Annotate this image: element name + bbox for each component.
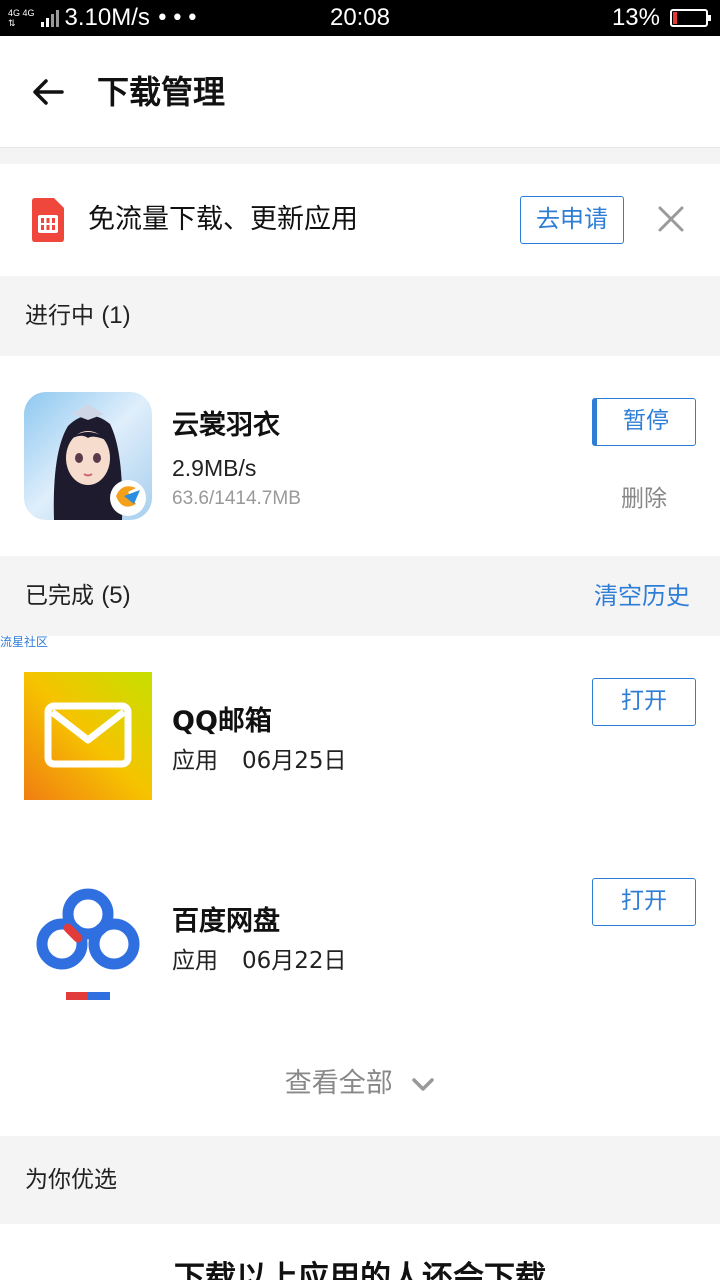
completed-count: (5) <box>101 582 131 609</box>
app-type: 应用 <box>172 948 218 974</box>
recommend-section-header: 为你优选 <box>0 1136 720 1224</box>
battery-icon <box>670 9 711 27</box>
app-meta: 应用 06月25日 <box>172 746 347 776</box>
app-name: 百度网盘 <box>172 906 280 937</box>
promo-banner: 免流量下载、更新应用 去申请 <box>0 164 720 276</box>
completed-list: QQ邮箱 应用 06月25日 打开 百度网盘 应用 06月22日 打开 <box>0 636 720 1136</box>
download-item[interactable]: 云裳羽衣 2.9MB/s 63.6/1414.7MB 暂停 删除 <box>0 356 720 556</box>
apply-button[interactable]: 去申请 <box>520 196 624 244</box>
app-name: QQ邮箱 <box>172 706 272 737</box>
app-icon-qqmail <box>24 672 152 800</box>
close-icon[interactable] <box>656 204 686 234</box>
view-all-label: 查看全部 <box>284 1068 393 1099</box>
delete-button[interactable]: 删除 <box>592 484 696 514</box>
page-title: 下载管理 <box>97 73 226 111</box>
status-bar: 4G 4G ⇅ 3.10M/s ••• 20:08 13% <box>0 0 720 36</box>
app-name: 云裳羽衣 <box>172 410 280 441</box>
completed-section-header: 已完成 (5) 清空历史 <box>0 556 720 636</box>
app-type: 应用 <box>172 748 218 774</box>
promo-text: 免流量下载、更新应用 <box>88 204 358 235</box>
arrow-left-icon[interactable] <box>28 72 68 112</box>
recommend-title: 为你优选 <box>25 1167 117 1193</box>
open-button[interactable]: 打开 <box>592 678 696 726</box>
app-date: 06月22日 <box>242 948 347 974</box>
in-progress-count: (1) <box>101 302 131 329</box>
chevron-down-icon <box>412 1077 435 1091</box>
clear-history-button[interactable]: 清空历史 <box>594 578 690 614</box>
battery-percent: 13% <box>611 4 660 31</box>
app-date: 06月25日 <box>242 748 347 774</box>
in-progress-title: 进行中 <box>25 303 94 329</box>
app-meta: 应用 06月22日 <box>172 946 347 976</box>
download-progress: 63.6/1414.7MB <box>172 488 301 509</box>
app-icon-yunshang <box>24 392 152 520</box>
view-all-button[interactable]: 查看全部 <box>0 1064 720 1104</box>
open-button[interactable]: 打开 <box>592 878 696 926</box>
completed-title: 已完成 <box>25 583 94 609</box>
battery-level <box>673 12 677 24</box>
sim-card-icon <box>32 198 64 242</box>
watermark: 流星社区 <box>0 635 49 649</box>
pause-button[interactable]: 暂停 <box>592 398 696 446</box>
app-icon-baidu-netdisk <box>24 872 152 1000</box>
in-progress-section-header: 进行中 (1) <box>0 276 720 356</box>
app-header: 下载管理 <box>0 36 720 148</box>
recommend-subtitle: 下载以上应用的人还会下载 <box>174 1260 546 1280</box>
download-speed: 2.9MB/s <box>172 455 257 481</box>
